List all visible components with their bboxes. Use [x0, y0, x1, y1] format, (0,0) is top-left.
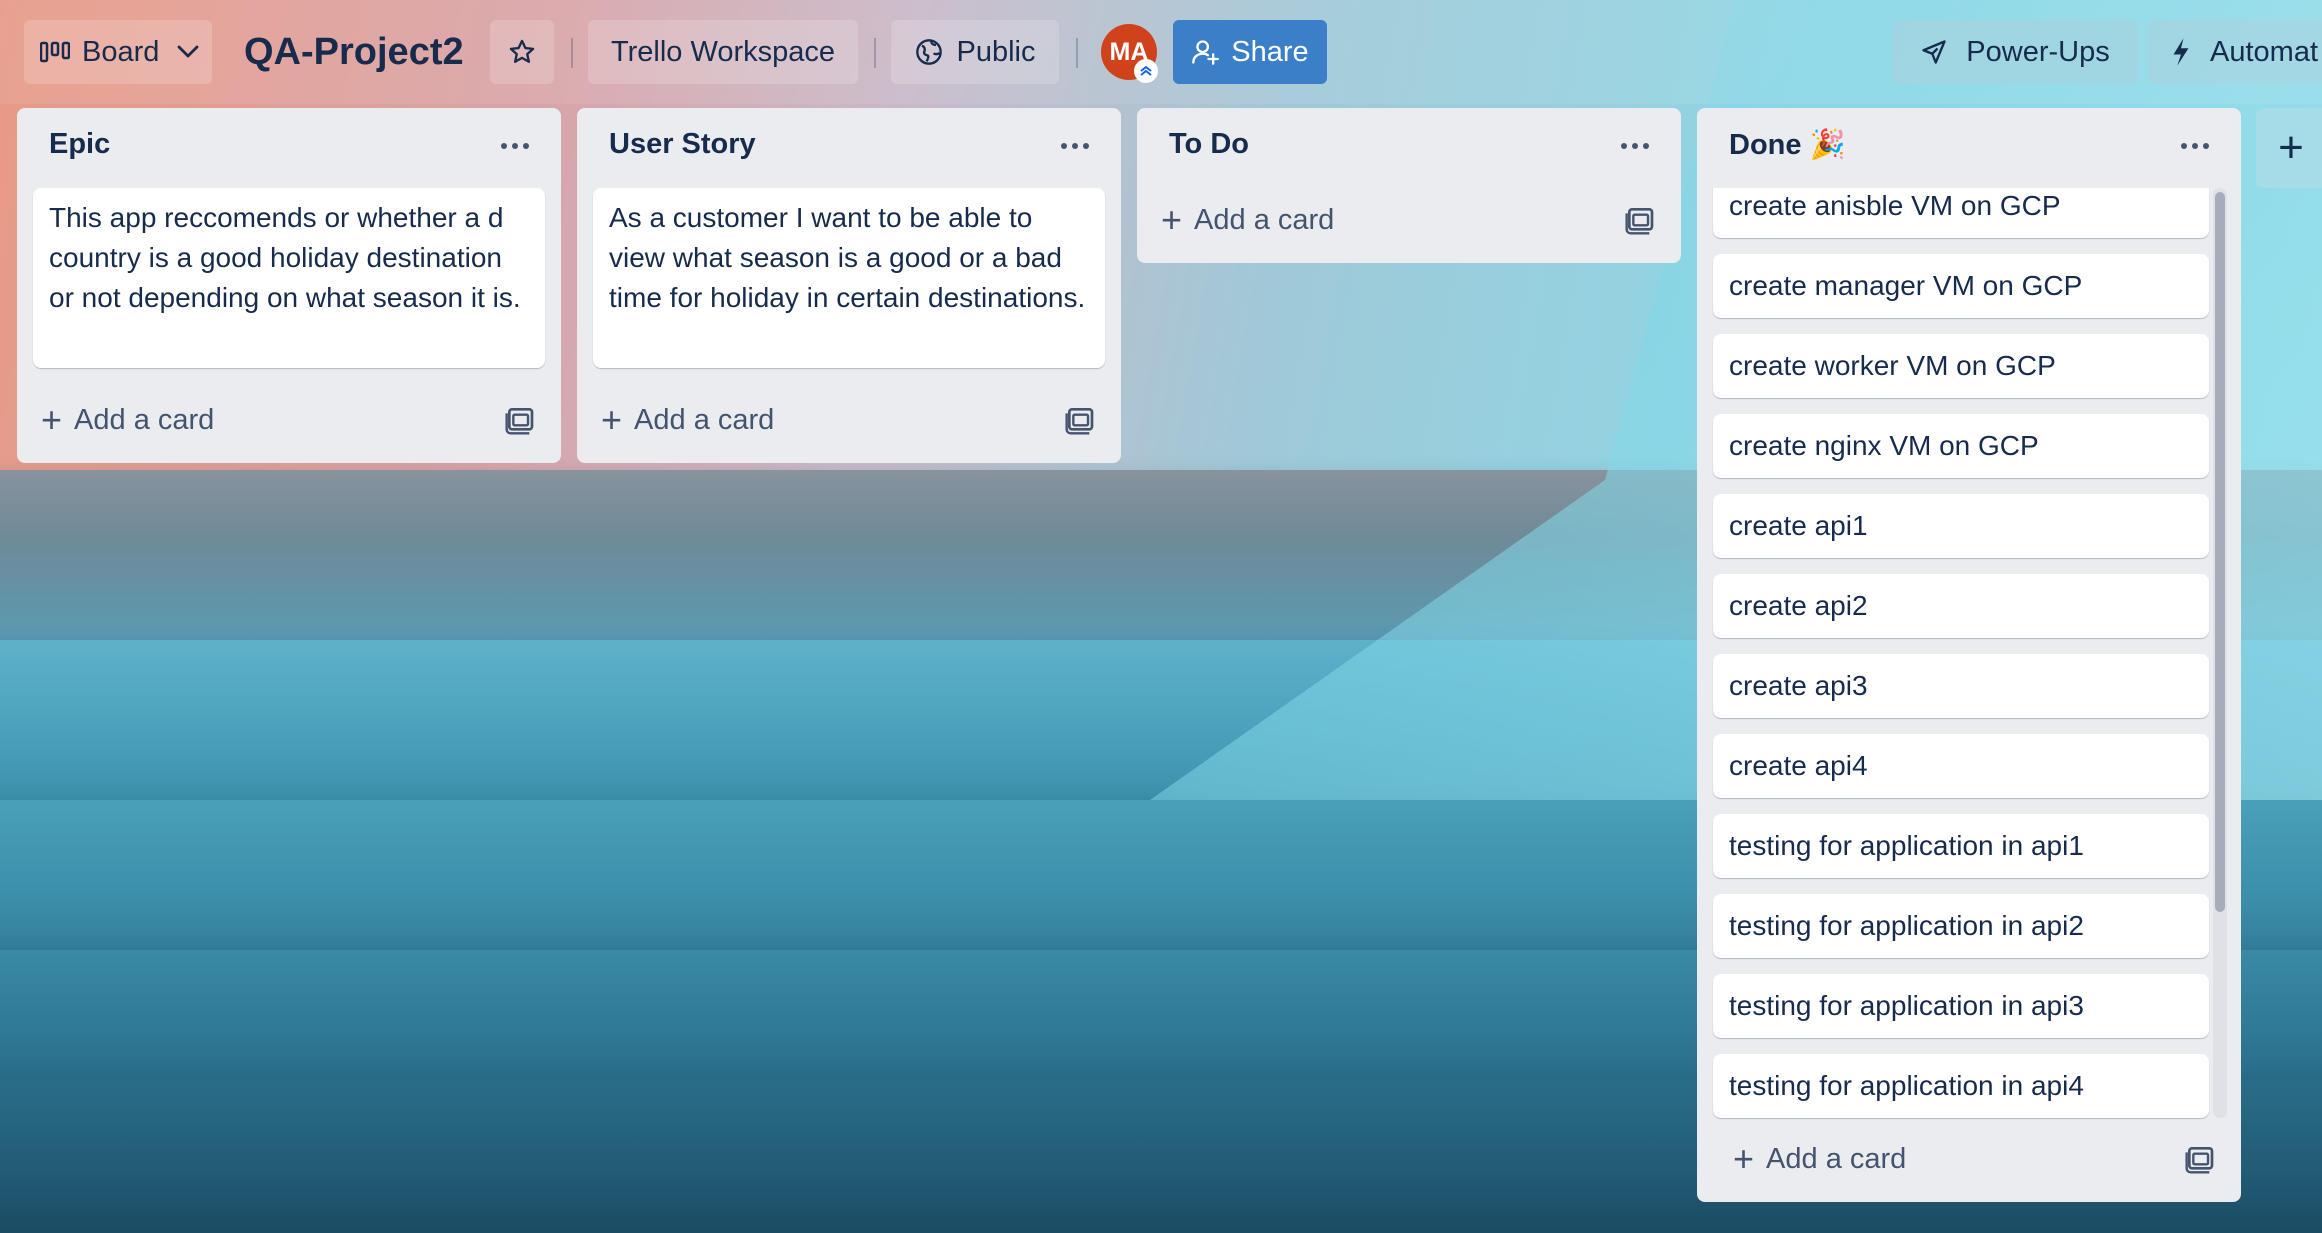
list-card[interactable]: create api4 [1713, 734, 2209, 798]
visibility-label: Public [956, 35, 1036, 68]
list-epic: Epic This app reccomends or whether a d … [17, 108, 561, 463]
card-title: create api2 [1729, 590, 1868, 621]
board-view-label: Board [82, 35, 160, 68]
add-card-button[interactable]: + Add a card [41, 395, 214, 445]
header-divider [874, 38, 876, 68]
plus-icon: + [1733, 1138, 1755, 1179]
list-card[interactable]: As a customer I want to be able to view … [593, 188, 1105, 368]
card-title: This app reccomends or whether a d count… [49, 202, 521, 313]
board-view-switcher[interactable]: Board [24, 20, 212, 84]
list-to-do: To Do + Add a card [1137, 108, 1681, 263]
power-ups-button[interactable]: Power-Ups [1892, 20, 2138, 84]
board-view-icon [40, 41, 70, 63]
share-label: Share [1231, 35, 1309, 68]
list-menu-button[interactable] [2171, 126, 2219, 166]
star-board-button[interactable] [490, 20, 554, 84]
card-title: create nginx VM on GCP [1729, 430, 2039, 461]
list-card[interactable]: testing for application in api3 [1713, 974, 2209, 1038]
card-list: create anisble VM on GCP create manager … [1697, 188, 2241, 1128]
card-title: create api3 [1729, 670, 1868, 701]
card-title: create anisble VM on GCP [1729, 190, 2061, 221]
list-scrollbar[interactable] [2213, 188, 2227, 1118]
add-card-button[interactable]: + Add a card [601, 395, 774, 445]
add-card-button[interactable]: + Add a card [1733, 1134, 1906, 1184]
card-title: testing for application in api1 [1729, 830, 2084, 861]
workspace-button[interactable]: Trello Workspace [588, 20, 858, 84]
card-title: create manager VM on GCP [1729, 270, 2083, 301]
plus-icon: + [41, 399, 63, 440]
add-card-label: Add a card [1766, 1142, 1907, 1175]
list-title[interactable]: Done 🎉 [1729, 128, 1846, 162]
list-menu-button[interactable] [1051, 126, 1099, 166]
add-list-button[interactable]: + [2256, 108, 2322, 188]
power-ups-label: Power-Ups [1966, 35, 2110, 68]
list-card[interactable]: create api3 [1713, 654, 2209, 718]
admin-chevron-icon [1134, 59, 1158, 83]
card-title: create worker VM on GCP [1729, 350, 2056, 381]
rocket-icon [1922, 40, 1946, 64]
board-header: Board QA-Project2 Trello Workspace Publi… [0, 0, 2322, 104]
list-card[interactable]: This app reccomends or whether a d count… [33, 188, 545, 368]
card-title: testing for application in api4 [1729, 1070, 2084, 1101]
list-done: Done 🎉 create anisble VM on GCP create m… [1697, 108, 2241, 1202]
header-divider [1076, 38, 1078, 68]
list-card[interactable]: create api2 [1713, 574, 2209, 638]
card-title: testing for application in api3 [1729, 990, 2084, 1021]
list-card[interactable]: testing for application in api2 [1713, 894, 2209, 958]
card-template-icon[interactable] [504, 404, 536, 436]
add-card-label: Add a card [634, 403, 775, 436]
card-title: As a customer I want to be able to view … [609, 202, 1086, 313]
scrollbar-thumb[interactable] [2215, 192, 2225, 912]
card-template-icon[interactable] [1624, 204, 1656, 236]
visibility-button[interactable]: Public [891, 20, 1059, 84]
list-card[interactable]: create manager VM on GCP [1713, 254, 2209, 318]
add-card-button[interactable]: + Add a card [1161, 195, 1334, 245]
list-card[interactable]: testing for application in api4 [1713, 1054, 2209, 1118]
more-icon [2181, 143, 2187, 149]
plus-icon: + [2278, 123, 2304, 172]
card-title: create api1 [1729, 510, 1868, 541]
list-card[interactable]: testing for application in api1 [1713, 814, 2209, 878]
card-template-icon[interactable] [1064, 404, 1096, 436]
star-icon [509, 39, 535, 63]
list-card[interactable]: create worker VM on GCP [1713, 334, 2209, 398]
list-user-story: User Story As a customer I want to be ab… [577, 108, 1121, 463]
list-title[interactable]: To Do [1169, 128, 1249, 161]
more-icon [1061, 143, 1067, 149]
automation-button[interactable]: Automat [2148, 20, 2322, 84]
header-divider [571, 38, 573, 68]
automation-label: Automat [2210, 35, 2318, 68]
more-icon [1621, 143, 1627, 149]
add-card-label: Add a card [74, 403, 215, 436]
more-icon [501, 143, 507, 149]
lightning-icon [2173, 38, 2189, 66]
workspace-label: Trello Workspace [610, 35, 835, 68]
globe-icon [915, 39, 942, 65]
board-title[interactable]: QA-Project2 [244, 22, 464, 82]
list-title[interactable]: User Story [609, 128, 756, 161]
list-title[interactable]: Epic [49, 128, 110, 161]
chevron-down-icon [177, 45, 199, 58]
card-template-icon[interactable] [2184, 1143, 2216, 1175]
plus-icon: + [601, 399, 623, 440]
list-menu-button[interactable] [1611, 126, 1659, 166]
card-title: testing for application in api2 [1729, 910, 2084, 941]
share-button[interactable]: Share [1173, 20, 1327, 84]
list-menu-button[interactable] [491, 126, 539, 166]
add-card-label: Add a card [1194, 203, 1335, 236]
list-card[interactable]: create api1 [1713, 494, 2209, 558]
list-card[interactable]: create nginx VM on GCP [1713, 414, 2209, 478]
plus-icon: + [1161, 199, 1183, 240]
list-card[interactable]: create anisble VM on GCP [1713, 188, 2209, 238]
card-title: create api4 [1729, 750, 1868, 781]
add-person-icon [1192, 40, 1220, 65]
